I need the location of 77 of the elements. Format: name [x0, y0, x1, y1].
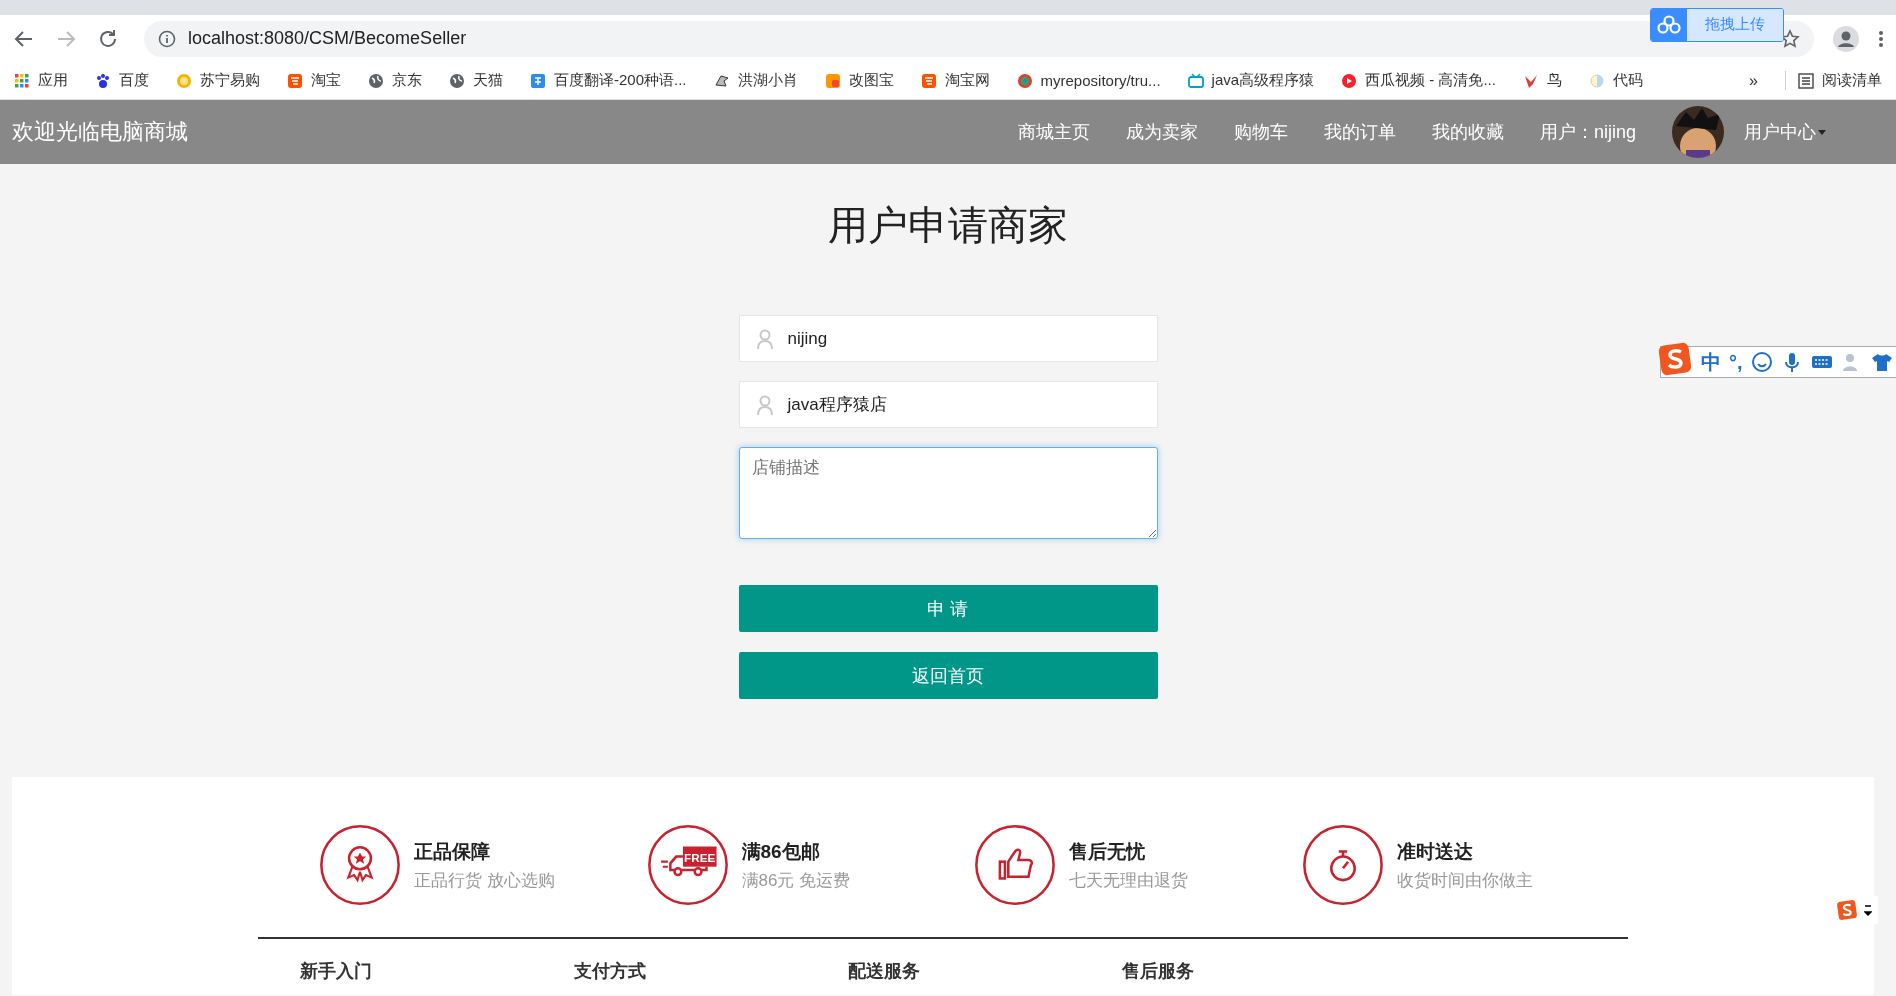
user-center-menu[interactable]: 用户中心 [1744, 120, 1816, 144]
action-button[interactable]: 申 请 [738, 585, 1158, 632]
feature-subtitle: 七天无理由退货 [1069, 869, 1188, 892]
nav-link[interactable]: 我的收藏 [1431, 120, 1504, 144]
bookmark[interactable]: 西瓜视频 - 高清免... [1341, 71, 1496, 90]
ime-punctuation[interactable]: °, [1729, 350, 1743, 374]
bookmark[interactable]: 淘宝 [287, 71, 341, 90]
feature-icon [1300, 823, 1385, 907]
bookmark-icon [287, 72, 303, 89]
bookmark[interactable]: 百度翻译-200种语... [530, 71, 687, 90]
more-bookmarks-button[interactable]: » [1749, 71, 1758, 90]
bookmark-icon [368, 72, 384, 89]
info-icon[interactable] [158, 29, 176, 48]
bookmark-icon [14, 72, 30, 89]
bookmark-icon [176, 72, 192, 89]
feature-subtitle: 满86元 免运费 [741, 869, 851, 892]
user-icon [755, 394, 774, 415]
footer-heading: 售后服务 [1122, 960, 1195, 983]
bookmark-icon [449, 72, 465, 89]
feature-title: 售后无忧 [1069, 839, 1146, 864]
page-title: 用户申请商家 [828, 202, 1068, 249]
input-field[interactable]: nijing [738, 315, 1158, 362]
caret-icon[interactable] [1864, 903, 1872, 917]
bookmark[interactable]: 百度 [95, 71, 149, 90]
nav-link[interactable]: 购物车 [1233, 120, 1288, 144]
bookmark-icon [713, 72, 730, 89]
bookmark-icon [1187, 72, 1204, 89]
feature-title: 满86包邮 [741, 839, 821, 864]
reading-list-button[interactable]: 阅读清单 [1785, 71, 1882, 90]
ime-mode[interactable]: 中 [1701, 348, 1721, 376]
nav-link[interactable]: 用户：nijing [1539, 120, 1636, 144]
bookmark[interactable]: java高级程序猿 [1187, 71, 1315, 90]
footer-heading: 新手入门 [300, 960, 373, 983]
bookmark-icon [920, 72, 937, 89]
url-text: localhost:8080/CSM/BecomeSeller [188, 28, 467, 49]
profile-icon[interactable] [1832, 24, 1860, 53]
bookmark[interactable]: 天猫 [449, 71, 503, 90]
cloud-icon [1657, 15, 1681, 35]
footer-heading: 配送服务 [848, 960, 921, 983]
bookmark[interactable]: 鸟 [1522, 71, 1562, 90]
menu-icon[interactable] [1878, 28, 1884, 49]
bookmark[interactable]: 洪湖小肖 [713, 71, 798, 90]
bookmark-icon [530, 72, 546, 89]
ime-logo-icon[interactable] [1657, 341, 1693, 377]
avatar[interactable] [1672, 106, 1724, 158]
feature-subtitle: 正品行货 放心选购 [414, 869, 555, 892]
nav-link[interactable]: 成为卖家 [1125, 120, 1198, 144]
bookmark-icon [1016, 72, 1033, 89]
description-field[interactable]: 店铺描述 [738, 447, 1158, 539]
feature-title: 正品保障 [414, 839, 491, 864]
bookmark-icon [1341, 72, 1358, 89]
bookmark-icon [824, 72, 841, 89]
bookmark[interactable]: 京东 [368, 71, 422, 90]
caret-icon [1818, 129, 1826, 135]
user-icon [755, 328, 774, 349]
feature-subtitle: 收货时间由你做主 [1396, 869, 1533, 892]
bookmark[interactable]: 应用 [14, 71, 68, 90]
list-icon [1798, 72, 1814, 89]
site-title[interactable]: 欢迎光临电脑商城 [12, 117, 188, 147]
bookmark[interactable]: 淘宝网 [920, 71, 990, 90]
nav-link[interactable]: 商城主页 [1017, 120, 1090, 144]
feature-title: 准时送达 [1396, 839, 1474, 864]
shirt-icon[interactable] [1870, 351, 1893, 373]
action-button[interactable]: 返回首页 [738, 652, 1158, 699]
bookmark-icon [1588, 72, 1605, 89]
input-field[interactable]: java程序猿店 [738, 381, 1158, 428]
footer-heading: 支付方式 [574, 960, 647, 983]
bookmark[interactable]: myrepository/tru... [1016, 72, 1161, 89]
feature-icon [318, 823, 402, 907]
nav-link[interactable]: 我的订单 [1323, 120, 1396, 144]
feature-icon [973, 823, 1057, 907]
bookmark[interactable]: 代码 [1588, 71, 1643, 90]
smiley-icon[interactable] [1750, 351, 1773, 373]
bookmark[interactable]: 改图宝 [824, 71, 894, 90]
feature-icon: FREE [645, 823, 730, 907]
bookmark[interactable]: 苏宁易购 [176, 71, 260, 90]
bookmark-icon [95, 72, 111, 89]
